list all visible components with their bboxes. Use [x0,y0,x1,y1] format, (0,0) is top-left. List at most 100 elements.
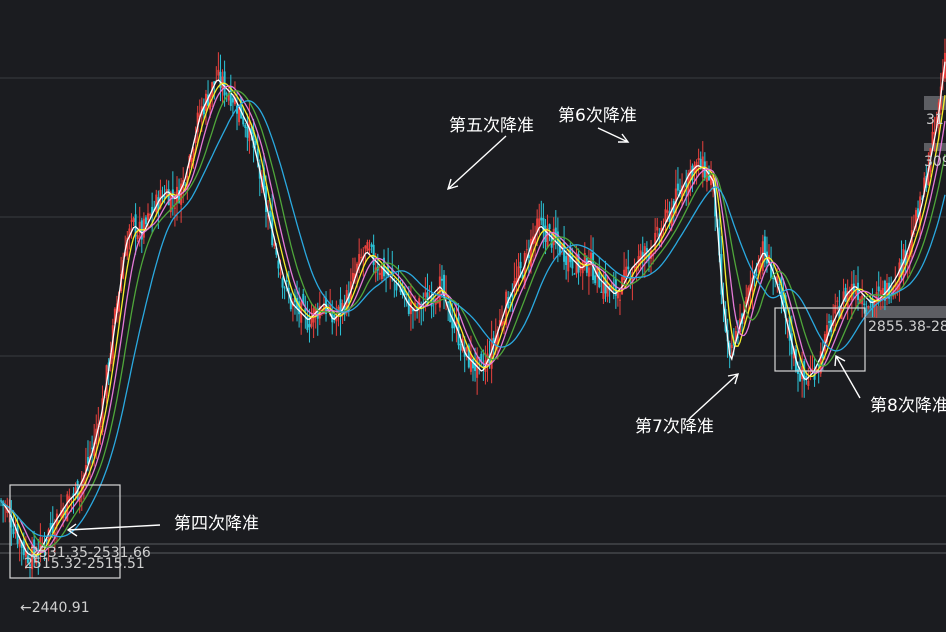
grid-lines [0,77,946,497]
candle-body [440,278,443,281]
candle-body [285,280,288,282]
candle-body [546,228,549,248]
candle-body [552,228,555,246]
candle-body [395,283,398,291]
candle-body [368,248,371,251]
candle-body [12,528,15,535]
candle-body [666,210,669,213]
candle-body [772,278,775,280]
candle-body [519,261,522,269]
candle-body [600,291,603,293]
candle-body [834,305,837,314]
candle-body [99,425,102,427]
candle-body [173,207,176,209]
candle-body [372,244,375,266]
candle-body [351,272,354,282]
candle-body [132,218,135,222]
candle-body [465,347,468,352]
candle-body [865,310,868,312]
candle-body [538,218,541,227]
candle-body [279,272,282,276]
candle-body [848,292,851,294]
candle-body [378,272,381,275]
price-tag-bar [866,306,946,318]
price-label: 309 [924,154,946,170]
price-label: 2855.38-28 [868,319,946,335]
candle-body [308,324,311,328]
candle-body [544,225,547,243]
candle-body [656,226,659,231]
candle-body [828,321,831,323]
candle-body [697,157,700,161]
candle-body [778,284,781,286]
price-label: 31 [926,112,944,128]
highlight-boxes [9,307,866,579]
candle-body [142,218,145,238]
candle-body [149,214,152,216]
candle-body [469,353,472,372]
candle-body [283,287,286,289]
annotation-8: 第8次降准 [870,396,946,416]
candle-body [594,275,597,284]
candle-body [455,321,458,325]
candle-body [664,209,667,222]
candle-body [867,306,870,308]
candle-body [755,274,758,276]
candle-body [281,278,284,288]
candle-body [627,266,630,270]
candle-body [370,244,373,247]
arrow-6 [597,127,630,143]
candle-body [459,343,462,351]
candle-body [424,292,427,297]
candlestick-chart: 第四次降准 第五次降准 第6次降准 第7次降准 第8次降准 2531.35-25… [0,38,946,616]
candle-body [366,242,369,252]
candle-body [509,301,512,303]
annotation-5: 第五次降准 [449,116,534,136]
candle-body [447,301,450,304]
arrow-7 [689,373,740,419]
candle-body [217,69,220,76]
candle-body [857,282,860,300]
candle-body [836,300,839,302]
price-label: ←2440.91 [20,600,90,616]
candle-body [360,257,363,259]
annotation-4: 第四次降准 [174,514,259,534]
candle-body [850,283,853,301]
candle-body [616,291,619,299]
candle-body [136,235,139,240]
annotation-6: 第6次降准 [558,106,637,126]
candle-body [799,373,802,382]
candle-body [548,224,551,230]
candle-body [877,286,880,292]
candle-body [565,256,568,266]
candle-body [130,220,133,222]
candle-body [807,380,810,386]
candle-body [606,282,609,297]
candle-body [144,217,147,225]
candle-body [240,96,243,119]
candle-body [225,93,228,95]
candle-body [244,124,247,129]
candle-body [339,299,342,318]
candle-body [730,344,733,349]
candle-body [14,532,17,534]
arrow-8 [834,354,861,399]
candle-body [540,217,543,221]
annotations: 第四次降准 第五次降准 第6次降准 第7次降准 第8次降准 [174,106,946,534]
candle-body [147,213,150,220]
arrow-4 [66,523,161,537]
price-label: 2515.32-2515.51 [24,556,145,572]
candle-body [573,273,576,275]
candle-body [879,290,882,295]
candle-body [231,98,234,103]
annotation-7: 第7次降准 [635,417,714,437]
candle-body [246,126,249,138]
candle-body [602,281,605,299]
candle-body [364,245,367,249]
candle-body [407,299,410,314]
candle-body [676,183,679,191]
candle-body [623,269,626,281]
candle-body [277,260,280,269]
arrow-5 [446,135,507,191]
candle-body [525,249,528,251]
